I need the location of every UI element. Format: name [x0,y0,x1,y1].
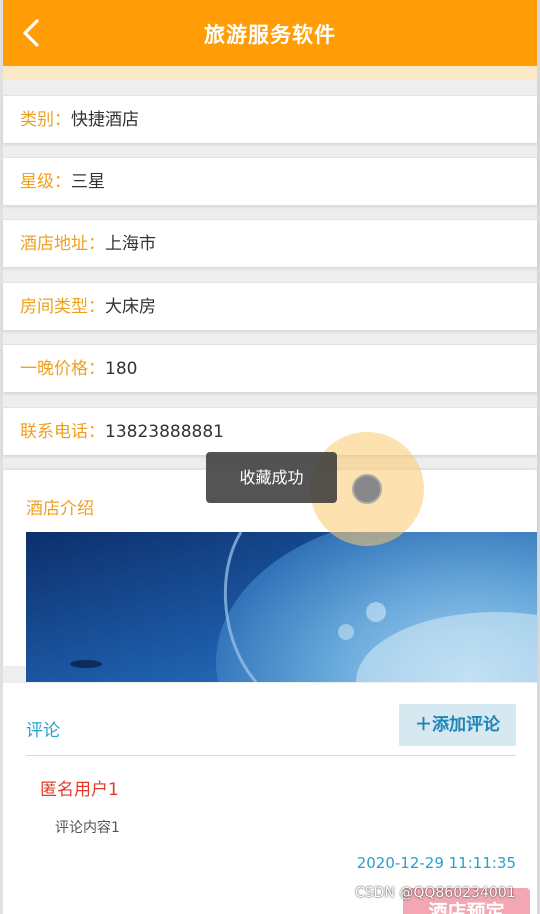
info-row-category: 类别：快捷酒店 [3,95,537,143]
info-row-price: 一晚价格：180 [3,344,537,392]
info-value: 13823888881 [105,422,224,442]
info-value: 上海市 [105,234,156,254]
info-row-phone: 联系电话：13823888881 [3,407,537,455]
header-divider [3,66,537,80]
comment-content: 评论内容1 [55,820,120,836]
info-row-address: 酒店地址：上海市 [3,219,537,267]
info-row-room-type: 房间类型：大床房 [3,282,537,330]
info-label: 一晚价格： [20,359,105,379]
comments-section: 评论 ＋添加评论 匿名用户1 评论内容1 2020-12-29 11:11:35 [3,683,537,914]
info-label: 星级： [20,172,71,192]
watermark: CSDN @QQ860234001 [355,885,516,901]
page-title: 旅游服务软件 [204,23,336,47]
comment-timestamp: 2020-12-29 11:11:35 [356,854,516,872]
touch-point [352,474,382,504]
intro-title: 酒店介绍 [26,499,94,519]
hotel-image [26,532,537,682]
info-row-star: 星级：三星 [3,157,537,205]
divider [26,755,516,756]
info-value: 三星 [71,172,105,192]
info-label: 房间类型： [20,297,105,317]
toast-message: 收藏成功 [206,452,337,503]
add-comment-button[interactable]: ＋添加评论 [399,704,516,746]
phone-screen: 旅游服务软件 类别：快捷酒店 星级：三星 酒店地址：上海市 房间类型：大床房 一… [0,0,540,914]
comments-title: 评论 [26,721,60,741]
info-value: 180 [105,359,138,379]
info-label: 类别： [20,110,71,130]
info-label: 酒店地址： [20,234,105,254]
info-value: 快捷酒店 [71,110,139,130]
app-header: 旅游服务软件 [3,0,537,66]
comment-username: 匿名用户1 [40,780,119,800]
info-label: 联系电话： [20,422,105,442]
info-value: 大床房 [105,297,156,317]
